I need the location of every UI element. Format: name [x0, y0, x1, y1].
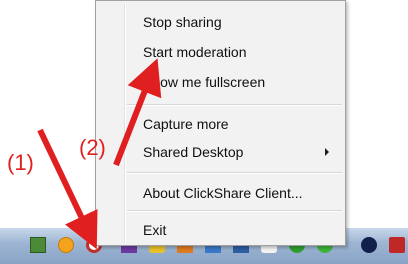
update-icon[interactable] [58, 237, 74, 253]
annotation-label-step1: (1) [7, 150, 34, 175]
menu-item-show-fullscreen[interactable]: Show me fullscreen [143, 72, 265, 92]
shield-icon[interactable] [389, 237, 405, 253]
annotation-label-step2: (2) [79, 135, 106, 160]
menu-separator [127, 172, 342, 174]
menu-item-about[interactable]: About ClickShare Client... [143, 183, 303, 203]
menu-separator [127, 104, 342, 106]
menu-item-stop-sharing[interactable]: Stop sharing [143, 12, 222, 32]
context-menu: Stop sharing Start moderation Show me fu… [95, 0, 346, 246]
bluetooth-icon[interactable] [361, 237, 377, 253]
menu-item-shared-desktop[interactable]: Shared Desktop [143, 142, 243, 162]
menu-item-capture-more[interactable]: Capture more [143, 114, 229, 134]
menu-separator [127, 210, 342, 212]
menu-item-exit[interactable]: Exit [143, 220, 166, 240]
menu-item-start-moderation[interactable]: Start moderation [143, 42, 247, 62]
submenu-arrow-icon [325, 148, 329, 156]
settings-icon[interactable] [30, 237, 46, 253]
menu-gutter [124, 3, 126, 243]
